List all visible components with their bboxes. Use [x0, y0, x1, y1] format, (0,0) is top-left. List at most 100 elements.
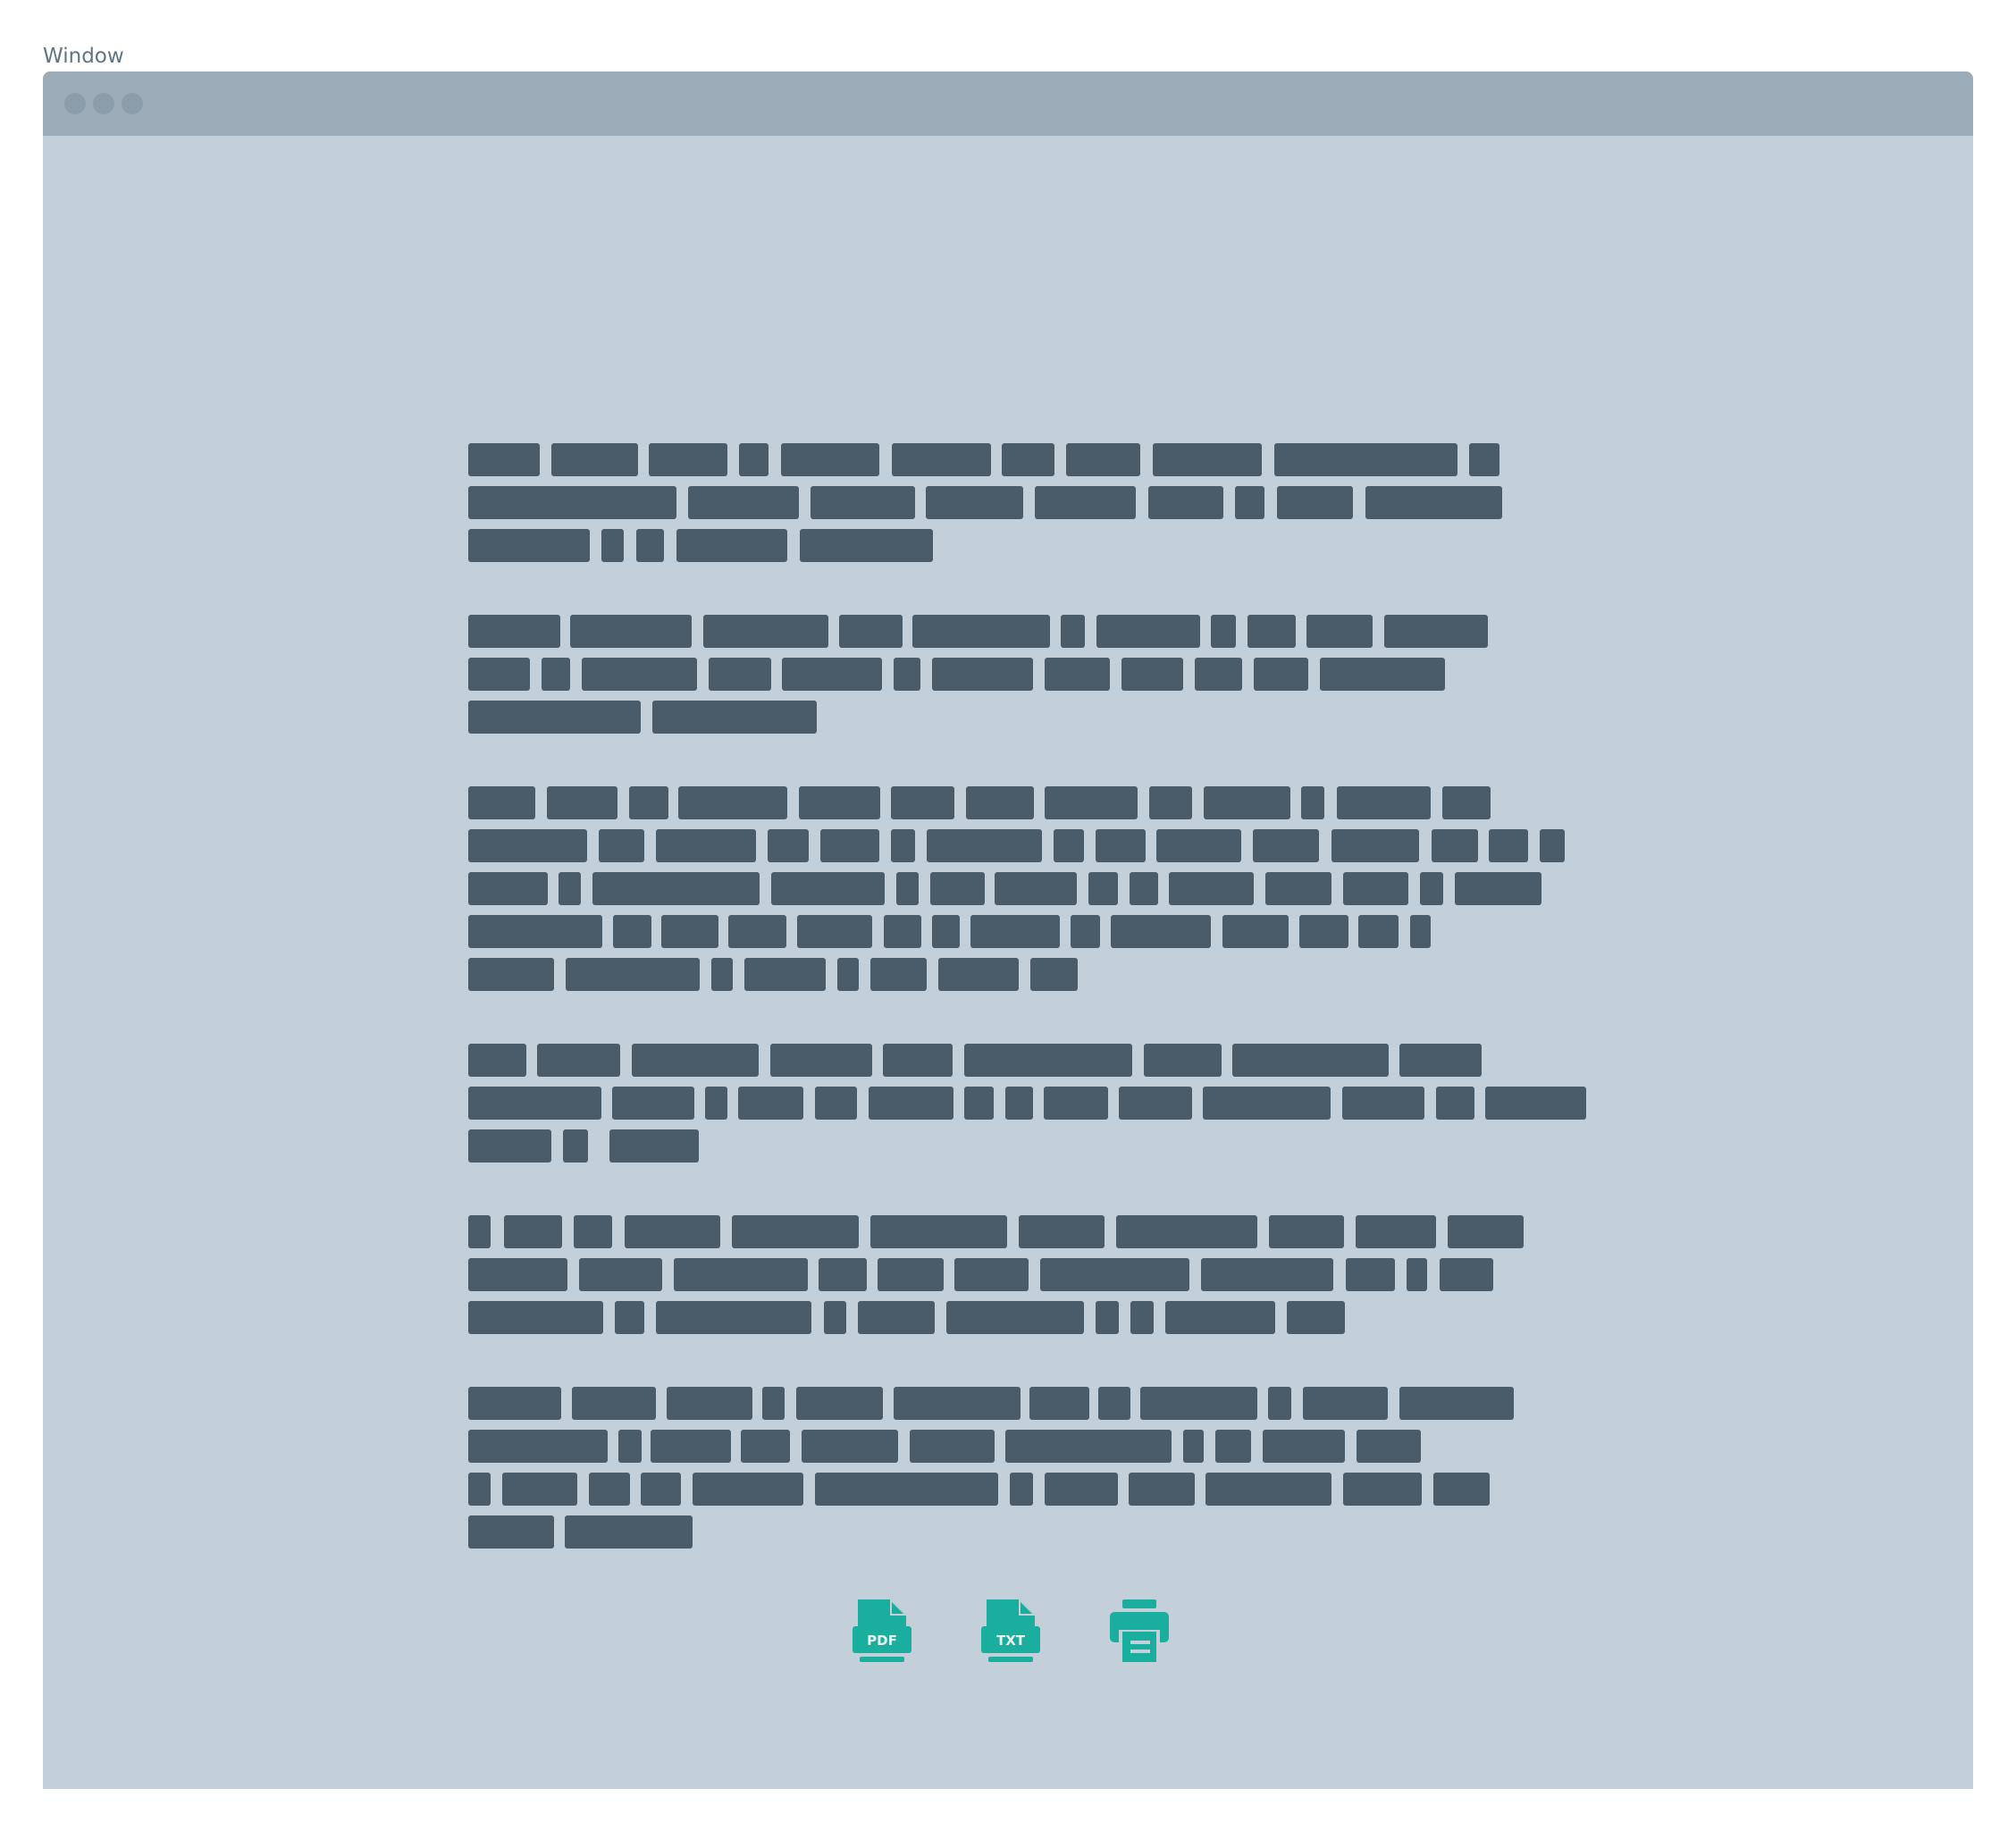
text-placeholder-block	[1440, 1258, 1493, 1291]
text-placeholder-block	[926, 486, 1023, 519]
text-placeholder-block	[1420, 872, 1443, 905]
text-placeholder-block	[1066, 443, 1140, 476]
text-placeholder-block	[468, 1215, 491, 1248]
text-placeholder-block	[964, 1087, 994, 1120]
window-label: Window	[43, 45, 124, 68]
text-placeholder-block	[1306, 615, 1373, 648]
text-placeholder-block	[1432, 829, 1478, 862]
txt-icon: TXT	[981, 1599, 1040, 1662]
text-placeholder-block	[1253, 829, 1319, 862]
text-placeholder-block	[502, 1473, 577, 1506]
text-placeholder-block	[468, 1430, 608, 1463]
text-placeholder-block	[649, 443, 727, 476]
text-placeholder-block	[891, 829, 915, 862]
text-placeholder-block	[768, 829, 809, 862]
text-placeholder-block	[574, 1215, 612, 1248]
text-placeholder-block	[1096, 1301, 1119, 1334]
text-placeholder-block	[1301, 786, 1324, 819]
text-placeholder-block	[1469, 443, 1499, 476]
text-placeholder-block	[703, 615, 828, 648]
text-placeholder-block	[910, 1430, 995, 1463]
text-placeholder-block	[468, 443, 540, 476]
text-placeholder-block	[799, 786, 880, 819]
text-placeholder-block	[1129, 1473, 1195, 1506]
text-placeholder-block	[711, 958, 733, 991]
text-placeholder-block	[738, 1087, 803, 1120]
text-placeholder-block	[1254, 658, 1308, 691]
text-placeholder-block	[797, 915, 872, 948]
text-placeholder-block	[1096, 615, 1200, 648]
text-placeholder-block	[884, 915, 921, 948]
text-placeholder-block	[970, 915, 1060, 948]
text-placeholder-block	[824, 1301, 846, 1334]
text-placeholder-block	[802, 1430, 898, 1463]
text-placeholder-block	[468, 1044, 526, 1077]
text-placeholder-block	[582, 658, 697, 691]
text-placeholder-block	[1010, 1473, 1033, 1506]
text-placeholder-block	[613, 915, 651, 948]
text-placeholder-block	[883, 1044, 953, 1077]
text-placeholder-block	[1235, 486, 1264, 519]
text-placeholder-block	[579, 1258, 662, 1291]
text-placeholder-block	[468, 701, 641, 734]
text-placeholder-block	[912, 615, 1050, 648]
text-placeholder-block	[1277, 486, 1353, 519]
text-placeholder-block	[770, 1044, 872, 1077]
text-placeholder-block	[858, 1301, 935, 1334]
text-placeholder-block	[800, 529, 933, 562]
text-placeholder-block	[1130, 1301, 1154, 1334]
text-placeholder-block	[1165, 1301, 1275, 1334]
text-placeholder-block	[837, 958, 859, 991]
text-placeholder-block	[1365, 486, 1502, 519]
text-placeholder-block	[468, 1473, 491, 1506]
text-placeholder-block	[964, 1044, 1132, 1077]
text-placeholder-block	[1061, 615, 1085, 648]
text-placeholder-block	[1040, 1258, 1189, 1291]
text-placeholder-block	[894, 1387, 1021, 1420]
text-placeholder-block	[1343, 1473, 1422, 1506]
text-placeholder-block	[1148, 486, 1223, 519]
text-placeholder-block	[1269, 1215, 1344, 1248]
text-placeholder-block	[938, 958, 1019, 991]
text-placeholder-block	[894, 658, 920, 691]
text-placeholder-block	[1169, 872, 1254, 905]
text-placeholder-block	[1357, 1430, 1421, 1463]
text-placeholder-block	[1111, 915, 1211, 948]
text-placeholder-block	[629, 786, 668, 819]
text-placeholder-block	[468, 958, 554, 991]
text-placeholder-block	[1399, 1044, 1482, 1077]
document-content	[43, 71, 1973, 1789]
text-placeholder-block	[966, 786, 1034, 819]
print-button[interactable]	[1108, 1599, 1171, 1664]
text-placeholder-block	[468, 1087, 601, 1120]
text-placeholder-block	[815, 1087, 857, 1120]
text-placeholder-block	[1156, 829, 1241, 862]
text-placeholder-block	[468, 1258, 567, 1291]
text-placeholder-block	[1407, 1258, 1427, 1291]
text-placeholder-block	[615, 1301, 644, 1334]
text-placeholder-block	[1045, 786, 1138, 819]
text-placeholder-block	[1442, 786, 1491, 819]
text-placeholder-block	[870, 958, 927, 991]
text-placeholder-block	[1140, 1387, 1257, 1420]
text-placeholder-block	[656, 1301, 811, 1334]
text-placeholder-block	[1119, 1087, 1192, 1120]
text-placeholder-block	[1002, 443, 1054, 476]
text-placeholder-block	[1019, 1215, 1105, 1248]
pdf-download-button[interactable]: PDF	[851, 1599, 913, 1664]
text-placeholder-block	[468, 615, 560, 648]
text-placeholder-block	[572, 1387, 656, 1420]
text-placeholder-block	[1265, 872, 1331, 905]
text-placeholder-block	[896, 872, 919, 905]
text-placeholder-block	[1203, 1087, 1331, 1120]
pdf-icon: PDF	[853, 1599, 911, 1662]
text-placeholder-block	[1035, 486, 1136, 519]
text-placeholder-block	[1116, 1215, 1257, 1248]
txt-download-button[interactable]: TXT	[979, 1599, 1042, 1664]
text-placeholder-block	[1287, 1301, 1345, 1334]
text-placeholder-block	[656, 829, 756, 862]
print-icon	[1110, 1599, 1169, 1664]
text-placeholder-block	[1274, 443, 1457, 476]
text-placeholder-block	[1211, 615, 1236, 648]
text-placeholder-block	[1045, 1473, 1118, 1506]
